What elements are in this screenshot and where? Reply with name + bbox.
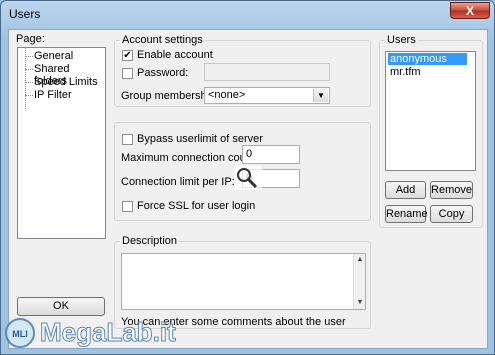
rename-user-button[interactable]: Rename bbox=[385, 205, 428, 223]
page-tree[interactable]: General Shared folders Speed Limits IP F… bbox=[17, 47, 106, 239]
checkmark-icon: ✔ bbox=[123, 50, 132, 61]
bypass-userlimit-label: Bypass userlimit of server bbox=[137, 133, 263, 145]
limits-group: Bypass userlimit of server Maximum conne… bbox=[114, 122, 371, 221]
force-ssl-checkbox[interactable] bbox=[122, 201, 133, 212]
max-connection-label: Maximum connection count: bbox=[121, 152, 258, 164]
close-button[interactable]: X bbox=[450, 2, 490, 19]
tree-item-speed-limits[interactable]: Speed Limits bbox=[34, 76, 98, 88]
watermark-text: MegaLab.it bbox=[40, 317, 176, 347]
group-membership-value: <none> bbox=[208, 89, 246, 101]
description-legend: Description bbox=[120, 235, 180, 247]
page-label: Page: bbox=[16, 33, 45, 45]
password-input[interactable] bbox=[204, 63, 330, 81]
chevron-down-icon: ▼ bbox=[313, 89, 328, 102]
watermark-badge: MLI bbox=[12, 329, 28, 339]
tree-branch bbox=[25, 56, 33, 57]
user-item-anonymous[interactable]: anonymous bbox=[388, 53, 467, 65]
tree-connector bbox=[25, 48, 26, 109]
scroll-up-icon[interactable]: ▲ bbox=[354, 254, 366, 266]
password-checkbox[interactable] bbox=[122, 68, 133, 79]
conn-per-ip-label: Connection limit per IP: bbox=[121, 176, 235, 188]
tree-branch bbox=[25, 82, 33, 83]
users-window: Users X Page: General Shared folders Spe… bbox=[0, 0, 495, 355]
remove-user-button[interactable]: Remove bbox=[430, 181, 473, 199]
window-title: Users bbox=[9, 7, 41, 21]
megalab-watermark-logo: MLI MegaLab.it bbox=[5, 317, 177, 348]
enable-account-checkbox[interactable]: ✔ bbox=[122, 50, 133, 61]
tree-branch bbox=[25, 69, 33, 70]
users-group: Users anonymous mr.tfm Add Remove Rename… bbox=[379, 34, 483, 228]
add-user-button[interactable]: Add bbox=[385, 181, 426, 199]
magnifier-cursor-icon bbox=[234, 166, 262, 190]
tree-item-ip-filter[interactable]: IP Filter bbox=[34, 89, 72, 101]
copy-user-button[interactable]: Copy bbox=[430, 205, 473, 223]
force-ssl-label: Force SSL for user login bbox=[137, 200, 256, 212]
description-textarea[interactable]: ▲ ▼ bbox=[121, 253, 366, 310]
group-membership-select[interactable]: <none> ▼ bbox=[204, 87, 330, 104]
bypass-userlimit-checkbox[interactable] bbox=[122, 134, 133, 145]
account-settings-legend: Account settings bbox=[120, 34, 205, 46]
scroll-down-icon[interactable]: ▼ bbox=[354, 297, 366, 309]
user-item-mr-tfm[interactable]: mr.tfm bbox=[388, 66, 423, 78]
tree-branch bbox=[25, 95, 33, 96]
description-scrollbar[interactable]: ▲ ▼ bbox=[353, 254, 365, 309]
close-icon: X bbox=[465, 4, 474, 18]
max-connection-input[interactable]: 0 bbox=[242, 145, 300, 164]
password-label: Password: bbox=[137, 67, 189, 79]
account-settings-group: Account settings ✔ Enable account Passwo… bbox=[114, 34, 371, 107]
users-list[interactable]: anonymous mr.tfm bbox=[385, 51, 476, 171]
enable-account-label: Enable account bbox=[137, 49, 213, 61]
users-legend: Users bbox=[385, 34, 418, 46]
dialog-client: Page: General Shared folders Speed Limit… bbox=[8, 29, 488, 349]
title-bar[interactable]: Users X bbox=[1, 1, 494, 27]
tree-item-general[interactable]: General bbox=[34, 50, 73, 62]
